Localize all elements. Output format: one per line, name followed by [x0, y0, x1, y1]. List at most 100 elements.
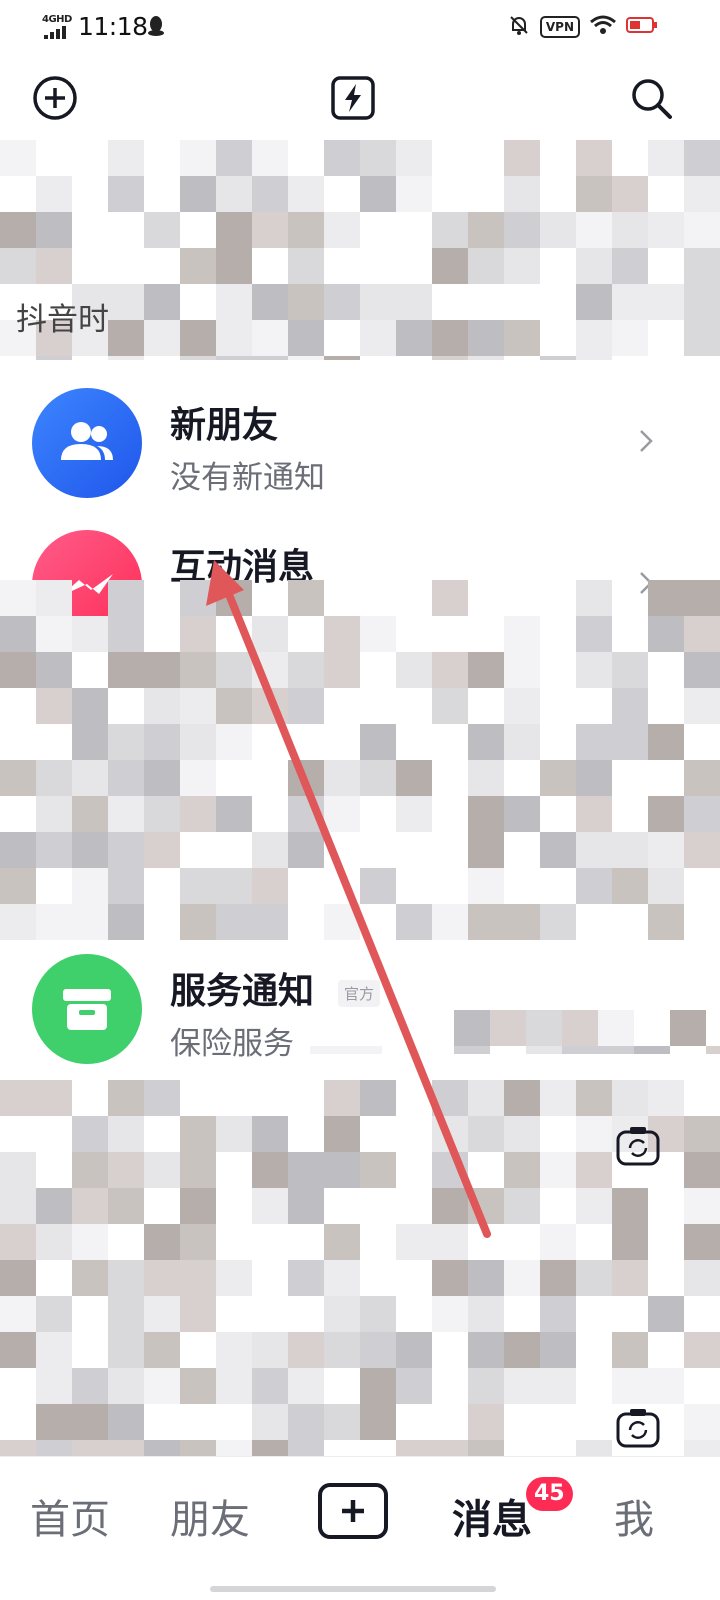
mosaic-block: [216, 1368, 252, 1404]
mosaic-block: [612, 320, 648, 356]
mosaic-block: [36, 1188, 72, 1224]
mosaic-block: [396, 760, 432, 796]
mosaic-block: [540, 1224, 576, 1260]
mosaic-block: [360, 320, 396, 356]
mosaic-block: [108, 176, 144, 212]
mosaic-block: [576, 1188, 612, 1224]
mosaic-block: [288, 1440, 324, 1456]
mosaic-block: [180, 1224, 216, 1260]
mosaic-block: [108, 1188, 144, 1224]
mosaic-block: [252, 868, 288, 904]
mosaic-block: [576, 140, 612, 176]
mosaic-block: [108, 1152, 144, 1188]
camera-icon[interactable]: [612, 1120, 664, 1172]
mosaic-block: [252, 176, 288, 212]
search-icon[interactable]: [626, 73, 676, 123]
mosaic-block: [468, 1260, 504, 1296]
mosaic-block: [180, 1188, 216, 1224]
new-friends-row[interactable]: 新朋友 没有新通知: [0, 370, 720, 510]
mosaic-block: [504, 688, 540, 724]
mosaic-block: [648, 1368, 684, 1404]
mosaic-block: [396, 1440, 432, 1456]
mosaic-block: [288, 1260, 324, 1296]
mosaic-block: [252, 688, 288, 724]
mosaic-block: [0, 1440, 36, 1456]
mosaic-block: [0, 248, 36, 284]
mosaic-block: [216, 1440, 252, 1456]
mosaic-block: [576, 652, 612, 688]
mosaic-block: [144, 832, 180, 868]
mosaic-block: [144, 1368, 180, 1404]
mosaic-block: [468, 1188, 504, 1224]
mosaic-block: [216, 1260, 252, 1296]
mosaic-block: [0, 1080, 36, 1116]
official-tag: 官方: [338, 980, 381, 1007]
mosaic-block: [252, 356, 288, 360]
mosaic-block: [288, 320, 324, 356]
mosaic-block: [324, 1080, 360, 1116]
mosaic-block: [360, 724, 396, 760]
mosaic-block: [72, 1440, 108, 1456]
mosaic-block: [684, 176, 720, 212]
mosaic-block: [216, 176, 252, 212]
mosaic-block: [670, 1010, 706, 1046]
mosaic-block: [324, 1116, 360, 1152]
mosaic-block: [144, 1080, 180, 1116]
mosaic-block: [216, 724, 252, 760]
mosaic-block: [468, 904, 504, 940]
mosaic-block: [504, 724, 540, 760]
mosaic-block: [252, 832, 288, 868]
mosaic-block: [36, 652, 72, 688]
mosaic-block: [576, 320, 612, 356]
top-bar: [0, 70, 720, 130]
mosaic-block: [360, 140, 396, 176]
mosaic-block: [684, 1404, 720, 1440]
mosaic-block: [180, 176, 216, 212]
mosaic-block: [504, 1332, 540, 1368]
nav-friends[interactable]: 朋友: [170, 1487, 250, 1545]
obscured-conversations-1[interactable]: [0, 580, 720, 940]
mosaic-block: [360, 176, 396, 212]
create-button[interactable]: [318, 1483, 388, 1539]
mosaic-block: [252, 1404, 288, 1440]
mosaic-block: [468, 248, 504, 284]
row-title: 服务通知: [170, 971, 315, 1012]
mosaic-block: [468, 1368, 504, 1404]
camera-icon[interactable]: [612, 1402, 664, 1454]
nav-me[interactable]: 我: [614, 1487, 654, 1545]
mosaic-block: [468, 760, 504, 796]
mosaic-block: [490, 1010, 526, 1046]
mosaic-block: [36, 832, 72, 868]
mosaic-block: [252, 904, 288, 940]
mosaic-block: [36, 688, 72, 724]
mosaic-block: [598, 1010, 634, 1046]
nav-home[interactable]: 首页: [30, 1487, 110, 1545]
mosaic-block: [252, 652, 288, 688]
lightning-icon[interactable]: [328, 73, 378, 123]
mosaic-block: [252, 284, 288, 320]
mosaic-block: [504, 616, 540, 652]
mosaic-block: [324, 1332, 360, 1368]
mosaic-block: [252, 616, 288, 652]
mosaic-block: [562, 1010, 598, 1046]
mosaic-block: [108, 1404, 144, 1440]
nav-messages[interactable]: 消息: [452, 1487, 532, 1545]
mosaic-block: [108, 796, 144, 832]
mosaic-block: [504, 796, 540, 832]
mosaic-block: [468, 796, 504, 832]
mosaic-block: [108, 832, 144, 868]
mosaic-block: [288, 580, 324, 616]
mosaic-block: [216, 1332, 252, 1368]
mosaic-block: [684, 1260, 720, 1296]
mosaic-block: [648, 832, 684, 868]
mosaic-block: [36, 1440, 72, 1456]
mosaic-block: [360, 868, 396, 904]
mosaic-block: [432, 248, 468, 284]
mosaic-block: [252, 320, 288, 356]
mosaic-block: [36, 1224, 72, 1260]
mosaic-block: [216, 1116, 252, 1152]
mosaic-block: [540, 1260, 576, 1296]
add-circle-icon[interactable]: [30, 73, 80, 123]
service-notification-row[interactable]: 服务通知 官方 保险服务: [0, 936, 720, 1076]
mosaic-block: [360, 1080, 396, 1116]
